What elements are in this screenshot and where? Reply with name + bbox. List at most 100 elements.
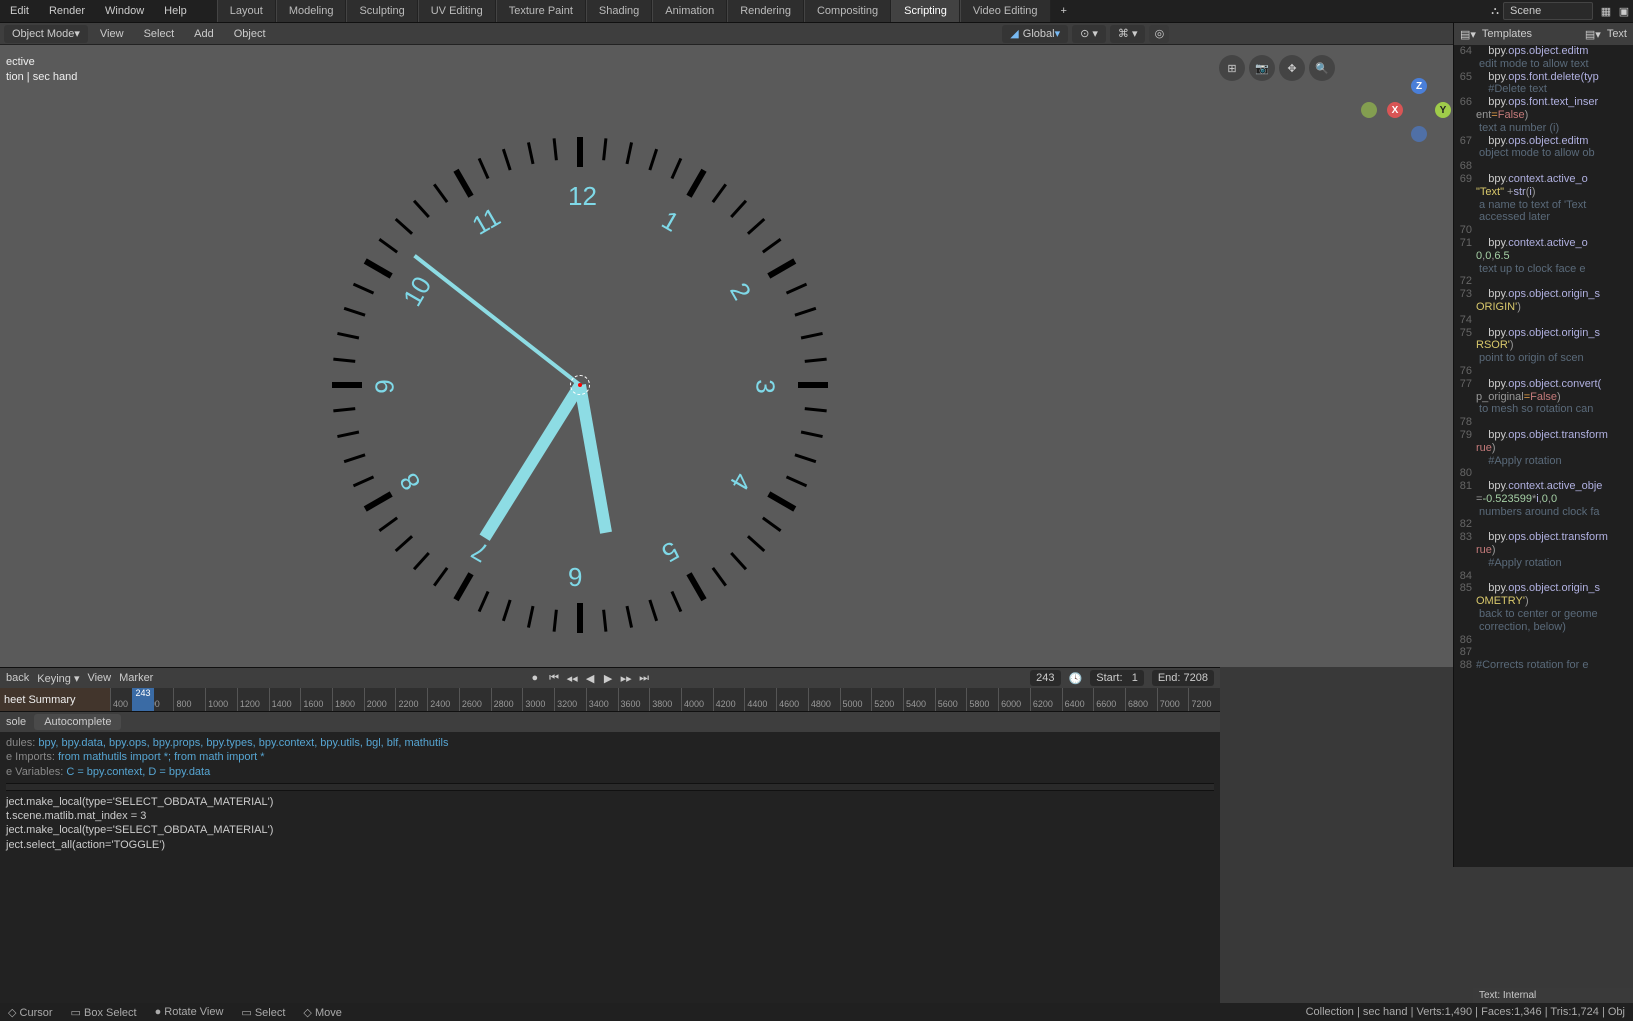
clock-tick: [805, 358, 827, 363]
clock-tick: [602, 610, 607, 632]
timeline-tick: 1800: [332, 688, 364, 712]
viewport-zoom-icon[interactable]: 🔍: [1309, 55, 1335, 81]
proportional-edit-icon[interactable]: ◎: [1149, 25, 1169, 43]
clock-number: 6: [568, 561, 582, 592]
clock-tick: [794, 307, 816, 317]
timecode-toggle[interactable]: 🕓: [1069, 672, 1083, 685]
next-keyframe-button[interactable]: ▸▸: [618, 670, 634, 686]
second-hand: [413, 254, 581, 386]
menu-render[interactable]: Render: [39, 0, 95, 22]
menu-edit[interactable]: Edit: [0, 0, 39, 22]
text-editor-icon[interactable]: ▤▾: [1460, 28, 1476, 41]
clock-tick: [626, 142, 634, 164]
text-editor-header: ▤▾ Templates ▤▾ Text: [1454, 23, 1633, 45]
clock-tick: [747, 535, 765, 552]
clock-tick: [527, 606, 535, 628]
dopesheet-summary[interactable]: heet Summary: [0, 688, 110, 712]
clock-tick: [364, 491, 393, 511]
scene-name-field[interactable]: Scene: [1503, 2, 1593, 20]
clock-number: 10: [397, 271, 438, 312]
status-select: ▭ Select: [241, 1006, 285, 1019]
timeline-tick: 5000: [840, 688, 872, 712]
playback-menu[interactable]: back: [6, 672, 29, 684]
workspace-tab[interactable]: Rendering: [727, 0, 804, 22]
jump-start-button[interactable]: ⏮: [546, 670, 562, 686]
timeline-tick: 1000: [205, 688, 237, 712]
3d-viewport[interactable]: ective tion | sec hand ⊞ 📷 ✥ 🔍 Y X Z 123…: [0, 45, 1485, 667]
templates-menu[interactable]: Templates: [1482, 28, 1532, 40]
timeline-ruler[interactable]: heet Summary 400600800100012001400160018…: [0, 688, 1220, 712]
clock-tick: [767, 491, 796, 511]
workspace-tab[interactable]: Shading: [586, 0, 652, 22]
axis-x-icon[interactable]: X: [1387, 102, 1403, 118]
autocomplete-tab[interactable]: Autocomplete: [34, 714, 121, 730]
playhead[interactable]: 243: [132, 688, 154, 712]
view-menu[interactable]: View: [92, 28, 132, 40]
play-reverse-button[interactable]: ◀: [582, 670, 598, 686]
jump-end-button[interactable]: ⏭: [636, 670, 652, 686]
clock-tick: [577, 137, 583, 167]
start-frame-field[interactable]: Start: 1: [1090, 670, 1144, 686]
timeline-tick: 4800: [808, 688, 840, 712]
timeline-tick: 6000: [998, 688, 1030, 712]
mode-dropdown[interactable]: Object Mode ▾: [4, 25, 88, 43]
orientation-gizmo[interactable]: Y X Z: [1375, 70, 1455, 150]
axis-y-icon[interactable]: Y: [1435, 102, 1451, 118]
add-workspace-button[interactable]: +: [1051, 0, 1077, 22]
timeline-tick: 7200: [1188, 688, 1220, 712]
clock-tick: [786, 283, 807, 295]
timeline-view-menu[interactable]: View: [87, 672, 111, 684]
workspace-tab[interactable]: Sculpting: [346, 0, 417, 22]
timeline-tick: 6400: [1062, 688, 1094, 712]
timeline-tick: 5600: [935, 688, 967, 712]
axis-z-icon[interactable]: Z: [1411, 78, 1427, 94]
pivot-dropdown[interactable]: ⊙ ▾: [1072, 25, 1106, 43]
workspace-tab[interactable]: Layout: [217, 0, 276, 22]
snap-dropdown[interactable]: ⌘ ▾: [1110, 25, 1146, 43]
console-output[interactable]: dules: bpy, bpy.data, bpy.ops, bpy.props…: [0, 732, 1220, 856]
menu-window[interactable]: Window: [95, 0, 154, 22]
select-menu[interactable]: Select: [136, 28, 183, 40]
workspace-tab[interactable]: Compositing: [804, 0, 891, 22]
clock-tick: [648, 599, 658, 621]
object-menu[interactable]: Object: [226, 28, 274, 40]
play-button[interactable]: ▶: [600, 670, 616, 686]
viewport-camera-icon[interactable]: 📷: [1249, 55, 1275, 81]
workspace-tab[interactable]: Modeling: [276, 0, 347, 22]
autokey-toggle[interactable]: ●: [531, 672, 538, 684]
axis-neg-y-icon[interactable]: [1361, 102, 1377, 118]
workspace-tabs: LayoutModelingSculptingUV EditingTexture…: [217, 0, 1051, 22]
add-menu[interactable]: Add: [186, 28, 222, 40]
status-cursor: ◇ Cursor: [8, 1006, 53, 1019]
clock-tick: [730, 552, 747, 570]
workspace-tab[interactable]: Scripting: [891, 0, 960, 22]
clock-tick: [395, 218, 413, 235]
timeline-tick: 1200: [237, 688, 269, 712]
keying-menu[interactable]: Keying ▾: [37, 672, 79, 685]
axis-neg-z-icon[interactable]: [1411, 126, 1427, 142]
clock-tick: [712, 567, 727, 587]
scene-browse-icon[interactable]: ▦: [1597, 5, 1615, 18]
text-datablock-icon[interactable]: ▤▾: [1585, 28, 1601, 41]
workspace-tab[interactable]: Texture Paint: [496, 0, 586, 22]
viewport-grid-icon[interactable]: ⊞: [1219, 55, 1245, 81]
orientation-dropdown[interactable]: ◢ Global ▾: [1002, 25, 1068, 43]
console-tab[interactable]: sole: [6, 716, 26, 728]
menu-help[interactable]: Help: [154, 0, 197, 22]
workspace-tab[interactable]: UV Editing: [418, 0, 496, 22]
viewport-pan-icon[interactable]: ✥: [1279, 55, 1305, 81]
prev-keyframe-button[interactable]: ◂◂: [564, 670, 580, 686]
text-name-field[interactable]: Text: [1607, 28, 1627, 40]
clock-tick: [453, 572, 473, 601]
marker-menu[interactable]: Marker: [119, 672, 153, 684]
workspace-tab[interactable]: Video Editing: [960, 0, 1051, 22]
clock-tick: [527, 142, 535, 164]
clock-tick: [364, 258, 393, 278]
workspace-tab[interactable]: Animation: [652, 0, 727, 22]
end-frame-field[interactable]: End: 7208: [1152, 670, 1214, 686]
current-frame-field[interactable]: 243: [1030, 670, 1060, 686]
text-editor-body[interactable]: 64 bpy.ops.object.editm edit mode to all…: [1454, 45, 1633, 867]
timeline-tick: 4200: [713, 688, 745, 712]
timeline-tick: 3000: [522, 688, 554, 712]
minute-hand: [480, 382, 586, 541]
